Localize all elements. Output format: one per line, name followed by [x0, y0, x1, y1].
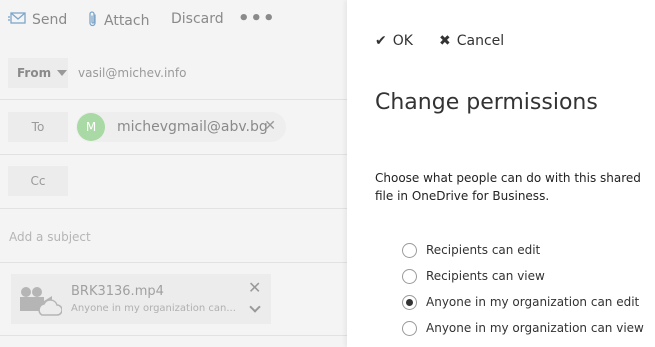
- remove-attachment-icon[interactable]: ✕: [248, 278, 261, 297]
- ok-button[interactable]: ✔ OK: [375, 33, 413, 49]
- chevron-down-icon[interactable]: [249, 301, 261, 313]
- cancel-label: Cancel: [456, 33, 505, 49]
- cc-button[interactable]: Cc: [8, 166, 68, 196]
- attachment-card[interactable]: BRK3136.mp4 Anyone in my organization ca…: [11, 274, 271, 324]
- option-label: Recipients can view: [426, 269, 545, 283]
- option-org-can-edit[interactable]: Anyone in my organization can edit: [402, 289, 644, 315]
- subject-input[interactable]: Add a subject: [9, 230, 91, 244]
- permission-options: Recipients can edit Recipients can view …: [402, 237, 644, 341]
- cancel-button[interactable]: ✖ Cancel: [439, 33, 504, 49]
- attach-label: Attach: [104, 13, 150, 29]
- send-label: Send: [32, 12, 68, 28]
- divider: [0, 99, 347, 100]
- close-icon: ✖: [439, 33, 451, 49]
- send-icon: [8, 11, 26, 29]
- from-address: vasil@michev.info: [78, 66, 187, 80]
- compose-toolbar: Send Attach Discard •••: [0, 0, 347, 40]
- radio-button[interactable]: [402, 268, 417, 284]
- divider: [0, 208, 347, 209]
- option-recipients-can-edit[interactable]: Recipients can edit: [402, 237, 644, 263]
- from-label: From: [17, 66, 52, 80]
- radio-selected-dot: [406, 298, 413, 306]
- divider: [0, 154, 347, 155]
- ok-label: OK: [392, 33, 413, 49]
- option-org-can-view[interactable]: Anyone in my organization can view: [402, 315, 644, 341]
- to-button[interactable]: To: [8, 112, 68, 142]
- radio-button[interactable]: [402, 242, 417, 258]
- panel-title: Change permissions: [375, 90, 598, 115]
- divider: [0, 262, 347, 263]
- panel-description: Choose what people can do with this shar…: [375, 171, 641, 203]
- attachment-name: BRK3136.mp4: [71, 284, 164, 299]
- send-button[interactable]: Send: [8, 11, 67, 29]
- attachment-permission: Anyone in my organization can...: [71, 303, 236, 314]
- video-cloud-icon: [18, 285, 63, 321]
- compose-pane: Send Attach Discard ••• From vasil@miche…: [0, 0, 347, 347]
- more-options-button[interactable]: •••: [238, 8, 276, 29]
- option-label: Anyone in my organization can edit: [426, 295, 640, 309]
- radio-button[interactable]: [402, 320, 417, 336]
- option-recipients-can-view[interactable]: Recipients can view: [402, 263, 644, 289]
- remove-recipient-icon[interactable]: ✕: [264, 118, 276, 134]
- avatar: M: [77, 113, 105, 141]
- discard-button[interactable]: Discard: [171, 11, 224, 27]
- option-label: Anyone in my organization can view: [426, 321, 644, 335]
- change-permissions-panel: ✔ OK ✖ Cancel Change permissions Choose …: [347, 0, 655, 347]
- paperclip-icon: [88, 11, 98, 31]
- checkmark-icon: ✔: [375, 33, 387, 49]
- divider: [0, 335, 347, 336]
- recipient-chip[interactable]: M michevgmail@abv.bg ✕: [76, 112, 286, 142]
- attach-button[interactable]: Attach: [88, 11, 149, 31]
- recipient-name: michevgmail@abv.bg: [117, 119, 268, 135]
- radio-button[interactable]: [402, 294, 417, 310]
- option-label: Recipients can edit: [426, 243, 541, 257]
- from-button[interactable]: From: [8, 58, 68, 88]
- chevron-down-icon: [57, 70, 68, 76]
- discard-label: Discard: [171, 11, 224, 27]
